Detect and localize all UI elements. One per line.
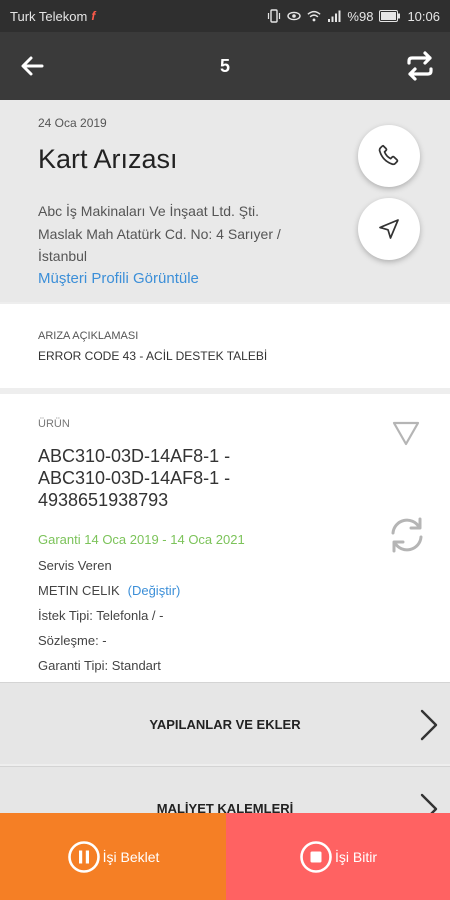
eye-comfort-icon (287, 9, 302, 23)
vibrate-icon (267, 9, 281, 23)
finish-label: İşi Bitir (335, 848, 377, 865)
refresh-product-button[interactable] (386, 514, 428, 556)
carrier: Turk Telekom f (10, 9, 95, 24)
stop-icon (300, 840, 332, 873)
warranty-period: Garanti 14 Oca 2019 - 14 Oca 2021 (38, 532, 245, 547)
pause-icon (67, 840, 100, 873)
service-label: Servis Veren (38, 558, 112, 573)
pause-job-button[interactable]: İşi Beklet (0, 813, 226, 900)
job-date: 24 Oca 2019 (38, 116, 107, 130)
signal-icon (327, 9, 341, 23)
technician-row: METIN CELIK (Değiştir) (38, 583, 180, 598)
wifi-icon (307, 9, 322, 23)
fault-label: ARIZA AÇIKLAMASI (38, 330, 139, 342)
job-title: Kart Arızası (38, 144, 178, 174)
page-title: 5 (219, 56, 230, 76)
navigate-button[interactable] (358, 198, 420, 260)
swap-button[interactable] (404, 50, 436, 82)
customer-profile-link[interactable]: Müşteri Profili Görüntüle (38, 270, 199, 287)
product-dropdown-button[interactable] (390, 418, 422, 448)
bottom-action-bar: İşi Beklet İşi Bitir (0, 813, 450, 900)
customer-address-line2: İstanbul (38, 248, 88, 264)
clock: 10:06 (407, 8, 440, 24)
section-label: YAPILANLAR VE EKLER (149, 717, 301, 732)
customer-address-line1: Maslak Mah Atatürk Cd. No: 4 Sarıyer / (38, 226, 281, 242)
request-type: İstek Tipi: Telefonla / - (38, 608, 164, 623)
status-bar: Turk Telekom f %98 10:06 (0, 0, 450, 32)
job-header: 24 Oca 2019 Kart Arızası Abc İş Makinala… (0, 100, 450, 302)
product-code-line: ABC310-03D-14AF8-1 - (38, 468, 231, 488)
call-button[interactable] (358, 125, 420, 187)
customer-company: Abc İş Makinaları Ve İnşaat Ltd. Şti. (38, 203, 259, 219)
refresh-icon (391, 517, 423, 553)
carrier-mark: f (91, 9, 96, 23)
done-and-attachments-button[interactable]: YAPILANLAR VE EKLER (0, 682, 450, 764)
triangle-down-icon (392, 421, 420, 446)
status-icons: %98 10:06 (267, 9, 440, 24)
app-bar: 5 (0, 32, 450, 100)
phone-icon (378, 144, 399, 166)
navigation-icon (379, 219, 399, 239)
fault-value: ERROR CODE 43 - ACİL DESTEK TALEBİ (38, 349, 268, 363)
chevron-right-icon (420, 709, 438, 741)
pause-label: İşi Beklet (102, 848, 160, 865)
product-code: ABC310-03D-14AF8-1 - ABC310-03D-14AF8-1 … (38, 445, 348, 511)
battery-icon (379, 9, 401, 23)
warranty-type: Garanti Tipi: Standart (38, 658, 161, 673)
product-code-line: ABC310-03D-14AF8-1 - (38, 446, 231, 466)
carrier-name: Turk Telekom (10, 8, 88, 24)
battery-percent: %98 (347, 8, 374, 24)
swap-icon (407, 51, 433, 81)
product-serial: 4938651938793 (38, 490, 169, 510)
change-technician-link[interactable]: (Değiştir) (128, 583, 181, 598)
product-label: ÜRÜN (38, 418, 70, 430)
contract: Sözleşme: - (38, 633, 107, 648)
finish-job-button[interactable]: İşi Bitir (226, 813, 450, 900)
technician-name: METIN CELIK (38, 583, 120, 598)
fault-description-card: ARIZA AÇIKLAMASI ERROR CODE 43 - ACİL DE… (0, 304, 450, 388)
product-card: ÜRÜN ABC310-03D-14AF8-1 - ABC310-03D-14A… (0, 394, 450, 684)
